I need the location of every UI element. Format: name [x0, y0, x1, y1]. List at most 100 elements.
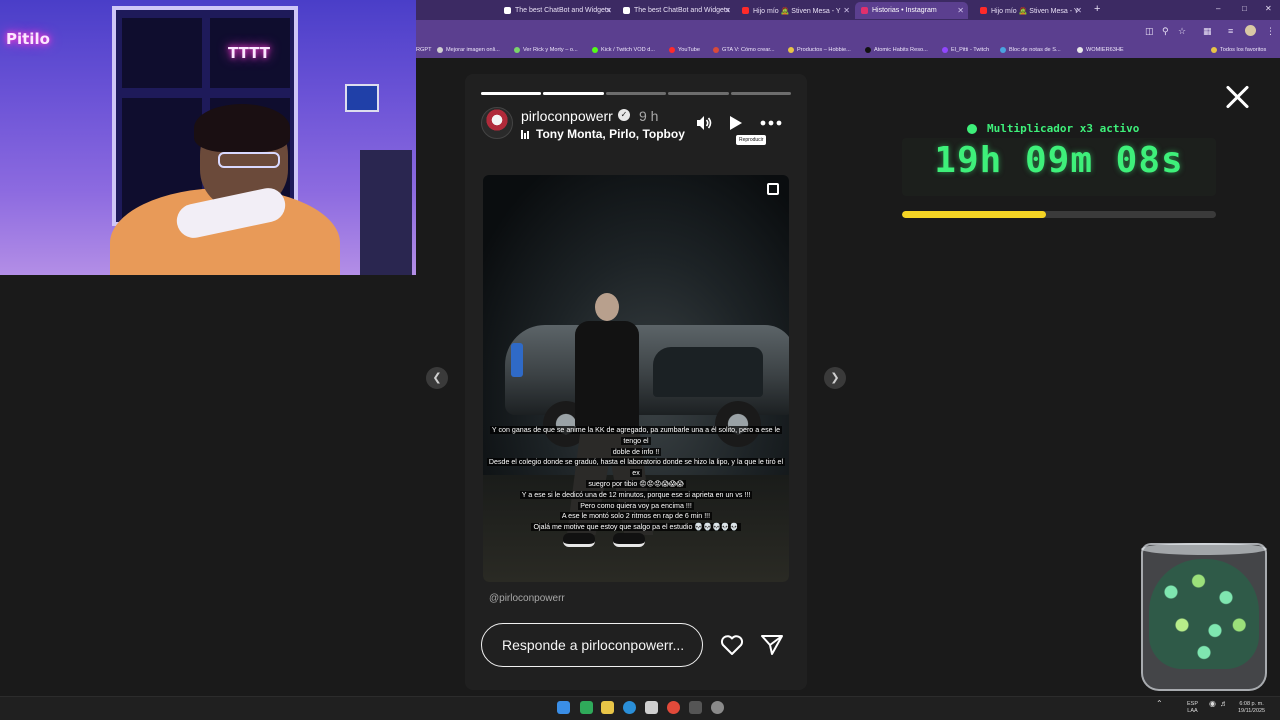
- browser-menu-icon[interactable]: ⋮: [1266, 26, 1275, 37]
- tab-close-icon[interactable]: ✕: [724, 6, 731, 15]
- bookmark-item[interactable]: Ver Rick y Morty – o...: [514, 44, 578, 56]
- story-music-label: Tony Monta, Pirlo, Topboy: [536, 127, 685, 141]
- person-head: [595, 293, 619, 321]
- bookmark-item[interactable]: Mejorar imagen onli...: [437, 44, 500, 56]
- bookmark-label: Productos – Hobbie...: [797, 47, 851, 53]
- minimize-button[interactable]: –: [1216, 4, 1220, 13]
- story-music[interactable]: Tony Monta, Pirlo, Topboy: [521, 127, 685, 141]
- progress-segment: [668, 92, 729, 95]
- more-icon[interactable]: [760, 118, 782, 128]
- person-body: [575, 321, 639, 431]
- chrome-icon[interactable]: [667, 701, 680, 714]
- speaker-icon[interactable]: ♬: [1220, 700, 1228, 708]
- store-icon[interactable]: [645, 701, 658, 714]
- bookmark-item[interactable]: Atomic Habits Reso...: [865, 44, 928, 56]
- tab-close-icon[interactable]: ✕: [1075, 6, 1082, 15]
- bookmark-favicon-icon: [713, 47, 719, 53]
- progress-segment-fill: [543, 92, 604, 95]
- caption-line: Y a ese si le dedicó una de 12 minutos, …: [519, 490, 753, 499]
- progress-segment: [543, 92, 604, 95]
- send-icon[interactable]: [759, 632, 785, 658]
- bookmark-label: GTA V: Cómo crear...: [722, 47, 775, 53]
- music-bars-icon: [521, 129, 529, 139]
- language-indicator[interactable]: ESP LAA: [1187, 701, 1198, 714]
- clock-time: 6:08 p. m.: [1239, 701, 1264, 707]
- settings-icon[interactable]: [711, 701, 724, 714]
- reply-input[interactable]: Responde a pirloconpowerr...: [481, 623, 703, 667]
- browser-tab[interactable]: Hijo mío 🧟 Stiven Mesa - Y ✕: [974, 2, 1086, 19]
- profile-avatar[interactable]: [1245, 25, 1256, 36]
- start-icon[interactable]: [557, 701, 570, 714]
- terminal-icon[interactable]: [689, 701, 702, 714]
- bookmark-item[interactable]: RGPT: [416, 44, 432, 56]
- bookmark-item[interactable]: Todos los favoritos: [1211, 44, 1266, 56]
- bookmark-label: WOMIER63HE: [1086, 47, 1124, 53]
- progress-segment: [481, 92, 542, 95]
- wifi-icon[interactable]: ◉: [1209, 700, 1216, 708]
- bookmark-item[interactable]: El_Pitti - Twitch: [942, 44, 989, 56]
- browser-tab[interactable]: The best ChatBot and Widgets ✕: [617, 2, 735, 19]
- tab-favicon-icon: [504, 7, 511, 14]
- clock-date: 19/11/2025: [1238, 707, 1266, 714]
- heart-icon[interactable]: [719, 632, 745, 658]
- caption-line: doble de info !!: [610, 447, 662, 456]
- volume-icon[interactable]: [695, 114, 713, 132]
- tab-close-icon[interactable]: ✕: [843, 6, 850, 15]
- tab-title: The best ChatBot and Widgets: [634, 7, 730, 14]
- bookmark-item[interactable]: Bloc de notas de S...: [1000, 44, 1061, 56]
- browser-tab[interactable]: The best ChatBot and Widgets ✕: [498, 2, 616, 19]
- webcam-overlay: Pitilo TTTT: [0, 0, 416, 275]
- bookmark-favicon-icon: [942, 47, 948, 53]
- bookmark-item[interactable]: GTA V: Cómo crear...: [713, 44, 775, 56]
- zoom-icon[interactable]: ⚲: [1162, 26, 1169, 37]
- jar-contents: [1149, 559, 1259, 669]
- bookmark-favicon-icon: [1000, 47, 1006, 53]
- bookmark-item[interactable]: YouTube: [669, 44, 700, 56]
- story-media[interactable]: Y con ganas de que se anime la KK de agr…: [483, 175, 789, 582]
- webcam-person-hair: [194, 104, 290, 152]
- timer-progress-bar: [902, 211, 1216, 218]
- browser-tab[interactable]: Hijo mío 🧟 Stiven Mesa - Y ✕: [736, 2, 854, 19]
- reading-list-icon[interactable]: ≡: [1228, 26, 1233, 36]
- cast-icon[interactable]: ◫: [1145, 26, 1154, 37]
- maximize-button[interactable]: □: [1242, 4, 1247, 13]
- webcam-person-glasses: [218, 152, 280, 168]
- bookmark-label: Todos los favoritos: [1220, 47, 1267, 53]
- tray-chevron-icon[interactable]: ⌃: [1156, 700, 1163, 708]
- new-tab-button[interactable]: +: [1094, 3, 1100, 15]
- browser-tab[interactable]: Historias • Instagram ✕: [855, 2, 968, 19]
- tab-close-icon[interactable]: ✕: [605, 6, 612, 15]
- bookmark-item[interactable]: Kick / Twitch VOD d...: [592, 44, 655, 56]
- previous-story-button[interactable]: ❮: [426, 367, 448, 389]
- story-progress: [481, 92, 792, 95]
- bookmark-star-icon[interactable]: ☆: [1178, 26, 1186, 37]
- app-icon[interactable]: [580, 701, 593, 714]
- bookmark-favicon-icon: [514, 47, 520, 53]
- bookmark-label: RGPT: [416, 47, 432, 53]
- tab-title: The best ChatBot and Widgets: [515, 7, 611, 14]
- bookmark-item[interactable]: Productos – Hobbie...: [788, 44, 851, 56]
- neon-sign-left: Pitilo: [6, 30, 50, 48]
- tab-close-icon[interactable]: ✕: [957, 6, 964, 15]
- edge-icon[interactable]: [623, 701, 636, 714]
- bookmark-label: Ver Rick y Morty – o...: [523, 47, 578, 53]
- folder-icon[interactable]: [601, 701, 614, 714]
- bookmark-favicon-icon: [592, 47, 598, 53]
- tab-favicon-icon: [742, 7, 749, 14]
- verified-icon: ✓: [618, 109, 630, 121]
- neon-sign-right: TTTT: [228, 44, 270, 62]
- extensions-icon[interactable]: ▦: [1203, 26, 1212, 37]
- language-bottom: LAA: [1187, 707, 1198, 714]
- close-story-button[interactable]: [1224, 84, 1250, 110]
- close-window-button[interactable]: ✕: [1265, 4, 1272, 13]
- story-avatar[interactable]: [481, 107, 513, 139]
- chevron-left-icon: ❮: [432, 372, 442, 384]
- clock[interactable]: 6:08 p. m. 19/11/2025: [1238, 701, 1265, 714]
- bookmark-item[interactable]: WOMIER63HE: [1077, 44, 1124, 56]
- caption-line: Pero como quiera voy pa encima !!!: [578, 501, 694, 510]
- story-mention[interactable]: @pirloconpowerr: [489, 593, 565, 604]
- progress-segment: [605, 92, 667, 95]
- next-story-button[interactable]: ❯: [824, 367, 846, 389]
- play-icon[interactable]: [727, 114, 743, 132]
- story-username[interactable]: pirloconpowerr: [521, 108, 613, 124]
